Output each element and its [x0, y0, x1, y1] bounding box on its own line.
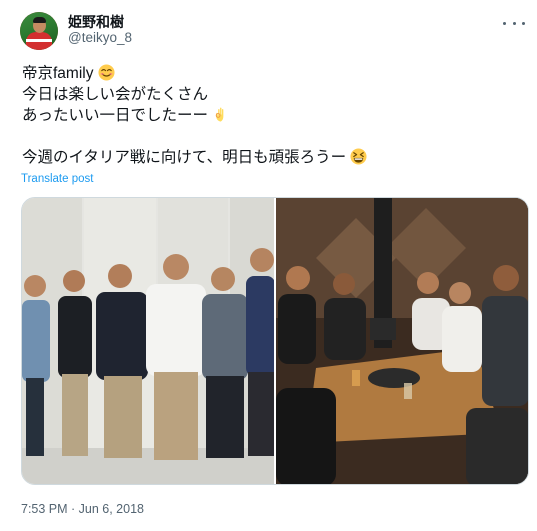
tweet-line-3: あったいい一日でしたーー — [22, 105, 502, 126]
tweet-line-3-text: あったいい一日でしたーー — [22, 107, 209, 124]
avatar[interactable] — [20, 12, 58, 50]
ok-hand-emoji-icon — [216, 107, 224, 122]
tweet-card: 姫野和樹 @teikyo_8 帝京family 今日は楽しい会がたくさん あった… — [0, 0, 537, 531]
user-handle[interactable]: @teikyo_8 — [68, 30, 132, 45]
restaurant-photo-illustration — [275, 198, 528, 484]
tweet-line-1: 帝京family — [22, 63, 502, 84]
smiling-face-emoji-icon — [98, 64, 115, 81]
tweet-text: 帝京family 今日は楽しい会がたくさん あったいい一日でしたーー 今週のイタ… — [22, 63, 502, 168]
office-photo-illustration — [22, 198, 274, 484]
group-photo-office[interactable] — [22, 198, 274, 484]
media-grid — [21, 197, 529, 485]
display-name[interactable]: 姫野和樹 — [68, 12, 124, 32]
translate-post-link[interactable]: Translate post — [21, 173, 93, 185]
more-icon[interactable] — [503, 16, 525, 30]
grinning-squinting-face-emoji-icon — [350, 148, 367, 165]
tweet-line-4-text: 今週のイタリア戦に向けて、明日も頑張ろうー — [22, 149, 347, 166]
tweet-line-2: 今日は楽しい会がたくさん — [22, 86, 209, 103]
tweet-timestamp[interactable]: 7:53 PM · Jun 6, 2018 — [21, 502, 144, 516]
tweet-line-1-text: 帝京family — [22, 65, 94, 82]
tweet-line-4: 今週のイタリア戦に向けて、明日も頑張ろうー — [22, 147, 502, 168]
group-photo-restaurant[interactable] — [275, 198, 528, 484]
